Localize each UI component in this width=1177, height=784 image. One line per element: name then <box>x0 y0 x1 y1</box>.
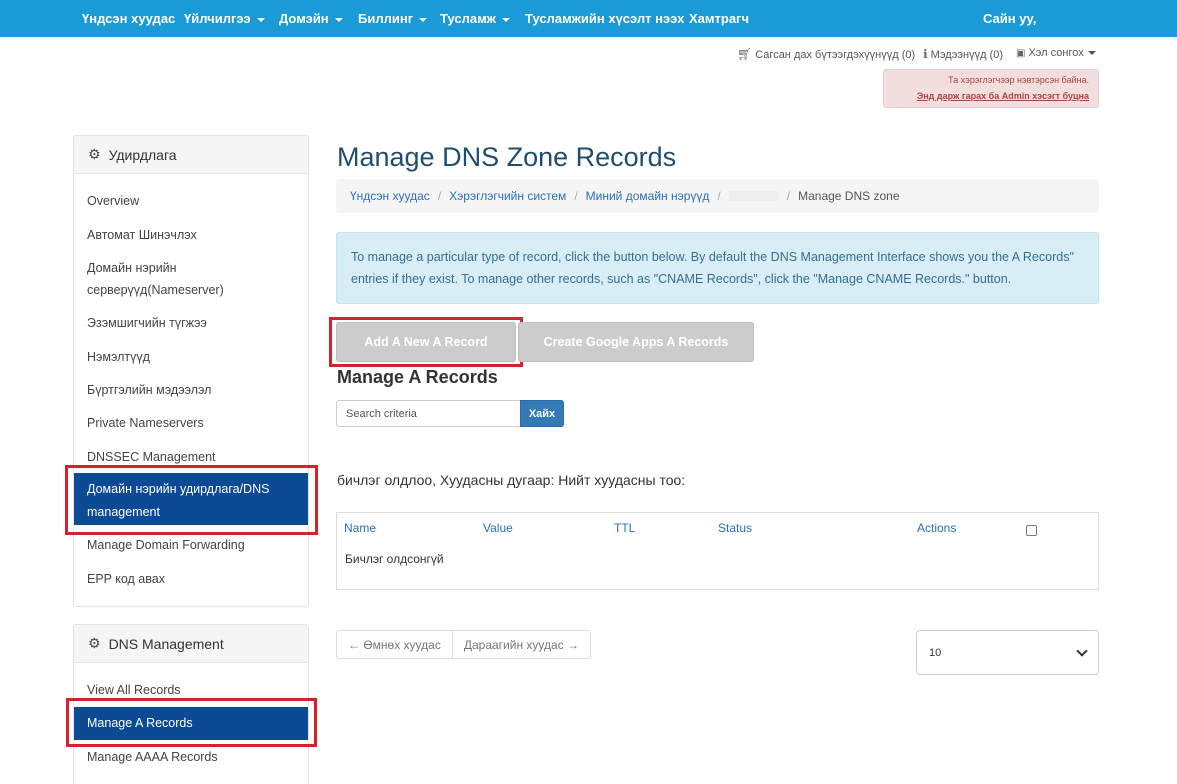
caret-down-icon <box>334 17 343 22</box>
breadcrumb: Үндсэн хуудас / Хэрэглэгчийн систем / Ми… <box>336 179 1099 213</box>
sidebar-manage-panel: ⚙ Удирдлага Overview Автомат Шинэчлэх До… <box>73 135 309 607</box>
top-navbar: Үндсэн хуудас Үйлчилгээ Домэйн Биллинг Т… <box>0 0 1177 37</box>
sidebar-item-private-nameservers[interactable]: Private Nameservers <box>87 412 204 434</box>
return-to-admin-link[interactable]: Энд дарж гарах ба Admin хэсэгт буцна <box>884 91 1089 101</box>
language-icon: ▣ <box>1016 48 1026 59</box>
column-header-status[interactable]: Status <box>718 521 752 535</box>
column-header-actions[interactable]: Actions <box>917 521 956 535</box>
language-selector[interactable]: ▣ Хэл сонгох <box>1016 47 1096 59</box>
caret-down-icon <box>1087 51 1096 56</box>
prev-page-button[interactable]: ← Өмнөх хуудас <box>337 631 452 658</box>
create-google-apps-button[interactable]: Create Google Apps A Records <box>518 322 754 362</box>
pagination: ← Өмнөх хуудас Дараагийн хуудас → <box>336 630 592 659</box>
nav-open-ticket[interactable]: Тусламжийн хүсэлт нээх <box>525 0 684 37</box>
sidebar-item-addons[interactable]: Нэмэлтүүд <box>87 346 150 368</box>
column-header-name[interactable]: Name <box>344 521 376 535</box>
sidebar-item-dnssec[interactable]: DNSSEC Management <box>87 446 216 468</box>
breadcrumb-separator: / <box>574 189 578 203</box>
select-all-checkbox[interactable] <box>1026 525 1037 536</box>
info-icon: ℹ <box>923 47 928 61</box>
per-page-select[interactable]: 10 <box>916 630 1099 675</box>
notifications-link[interactable]: ℹ Мэдээнүүд (0) <box>923 47 1003 61</box>
column-header-ttl[interactable]: TTL <box>614 521 635 535</box>
sidebar-item-auto-renew[interactable]: Автомат Шинэчлэх <box>87 224 197 246</box>
nav-services[interactable]: Үйлчилгээ <box>184 0 265 37</box>
cart-icon: 🛒︎ <box>737 47 753 61</box>
breadcrumb-separator: / <box>717 189 721 203</box>
breadcrumb-domain-redacted[interactable] <box>728 191 779 201</box>
breadcrumb-home[interactable]: Үндсэн хуудас <box>350 189 430 203</box>
search-button[interactable]: Хайх <box>520 400 564 427</box>
breadcrumb-separator: / <box>786 189 791 203</box>
caret-down-icon <box>501 17 510 22</box>
per-page-value: 10 <box>929 646 942 659</box>
info-alert: To manage a particular type of record, c… <box>336 232 1099 304</box>
sidebar-item-epp-code[interactable]: EPP код авах <box>87 568 165 590</box>
sidebar-dns-panel: ⚙ DNS Management View All Records Manage… <box>73 624 309 784</box>
caret-down-icon <box>256 17 265 22</box>
next-page-button[interactable]: Дараагийн хуудас → <box>451 631 590 658</box>
panel-header: ⚙ Удирдлага <box>74 136 308 174</box>
breadcrumb-my-domains[interactable]: Миний домайн нэрүүд <box>586 189 710 203</box>
panel-header: ⚙ DNS Management <box>74 625 308 663</box>
breadcrumb-current: Manage DNS zone <box>798 189 900 203</box>
nav-affiliates[interactable]: Хамтрагч <box>689 0 749 37</box>
column-header-value[interactable]: Value <box>483 521 513 535</box>
caret-down-icon <box>419 17 428 22</box>
sidebar-item-overview[interactable]: Overview <box>87 190 139 212</box>
sidebar-item-contact-info[interactable]: Бүртгэлийн мэдээлэл <box>87 379 211 401</box>
gear-icon: ⚙ <box>88 635 101 651</box>
nav-domains[interactable]: Домэйн <box>279 0 343 37</box>
search-input[interactable] <box>336 400 521 427</box>
panel-title: DNS Management <box>108 635 224 652</box>
admin-alert-message: Та хэрэглэгчээр нэвтэрсэн байна. <box>948 75 1089 85</box>
nav-billing[interactable]: Биллинг <box>358 0 428 37</box>
sidebar-item-domain-forwarding[interactable]: Manage Domain Forwarding <box>87 534 245 556</box>
nav-home[interactable]: Үндсэн хуудас <box>82 0 175 37</box>
nav-greeting[interactable]: Сайн уу, <box>983 0 1036 37</box>
breadcrumb-separator: / <box>437 189 442 203</box>
records-summary: бичлэг олдлоо, Хуудасны дугаар: Нийт хуу… <box>337 472 686 488</box>
gear-icon: ⚙ <box>88 146 101 162</box>
empty-table-message: Бичлэг олдсонгүй <box>345 552 444 566</box>
admin-alert: Та хэрэглэгчээр нэвтэрсэн байна. Энд дар… <box>883 69 1099 108</box>
section-title: Manage A Records <box>337 367 498 387</box>
panel-title: Удирдлага <box>108 146 177 163</box>
sidebar-item-nameservers[interactable]: Домайн нэрийн серверүүд(Nameserver) <box>87 257 237 301</box>
add-a-record-button[interactable]: Add A New A Record <box>336 322 516 362</box>
sidebar-item-manage-aaaa-records[interactable]: Manage AAAA Records <box>87 746 218 768</box>
sidebar-item-registrar-lock[interactable]: Эзэмшигчийн түгжээ <box>87 312 207 334</box>
records-table: Name Value TTL Status Actions Бичлэг олд… <box>336 512 1099 590</box>
breadcrumb-client-area[interactable]: Хэрэглэгчийн систем <box>449 189 566 203</box>
sidebar-item-view-all-records[interactable]: View All Records <box>87 679 181 701</box>
nav-support[interactable]: Тусламж <box>440 0 510 37</box>
cart-link[interactable]: 🛒︎ Сагсан дах бүтээгдэхүүнүүд (0) <box>737 47 915 61</box>
page-title: Manage DNS Zone Records <box>337 142 677 172</box>
sidebar-item-dns-management[interactable]: Домайн нэрийн удирдлага/DNS management <box>74 473 308 525</box>
chevron-down-icon <box>1076 645 1088 657</box>
sidebar-item-manage-a-records[interactable]: Manage A Records <box>74 707 308 740</box>
